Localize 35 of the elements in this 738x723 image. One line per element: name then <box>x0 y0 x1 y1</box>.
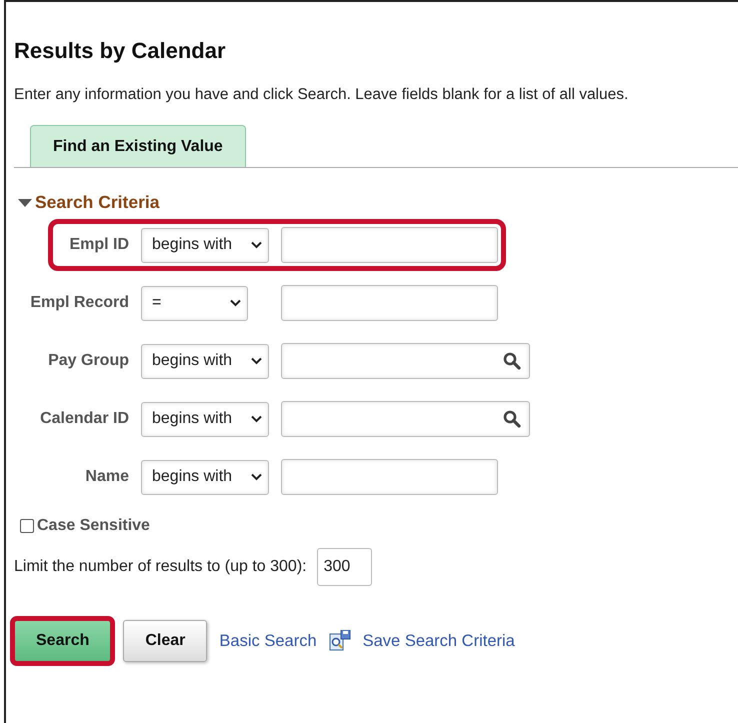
caret-icon <box>251 473 262 481</box>
field-label: Empl ID <box>68 236 129 254</box>
caret-icon <box>230 299 241 307</box>
page-title: Results by Calendar <box>14 38 227 64</box>
input-field[interactable] <box>281 459 498 495</box>
input-field[interactable] <box>281 343 530 379</box>
checkbox-label: Case Sensitive <box>37 517 150 535</box>
document-magnifier-icon[interactable] <box>328 630 351 652</box>
operator-dropdown[interactable]: begins with <box>141 460 269 494</box>
section-heading[interactable]: Search Criteria <box>35 192 160 213</box>
link[interactable]: Save Search Criteria <box>362 632 515 650</box>
input-field[interactable] <box>281 227 498 263</box>
limit-label: Limit the number of results to (up to 300): <box>14 558 307 576</box>
clear-button[interactable]: Clear <box>123 620 208 662</box>
operator-dropdown[interactable]: begins with <box>141 228 269 262</box>
input-field[interactable] <box>281 285 498 321</box>
instructions-text: Enter any information you have and click Search. Leave fields blank for a list of all values. <box>14 86 630 104</box>
collapse-triangle-icon[interactable] <box>18 198 32 208</box>
input-field[interactable] <box>281 401 530 437</box>
link[interactable]: Basic Search <box>219 632 317 650</box>
checkbox[interactable] <box>20 519 34 533</box>
tab[interactable]: Find an Existing Value <box>30 125 246 167</box>
search-icon[interactable] <box>503 410 521 428</box>
field-label: Calendar ID <box>39 410 129 428</box>
operator-dropdown[interactable]: = <box>141 286 248 320</box>
caret-icon <box>251 415 262 423</box>
field-label: Name <box>84 468 129 486</box>
search-icon[interactable] <box>503 352 521 370</box>
caret-icon <box>251 241 262 249</box>
field-label: Empl Record <box>29 294 129 312</box>
operator-dropdown[interactable]: begins with <box>141 402 269 436</box>
operator-dropdown[interactable]: begins with <box>141 344 269 378</box>
field-label: Pay Group <box>47 352 129 370</box>
caret-icon <box>251 357 262 365</box>
limit-field[interactable]: 300 <box>316 548 372 586</box>
